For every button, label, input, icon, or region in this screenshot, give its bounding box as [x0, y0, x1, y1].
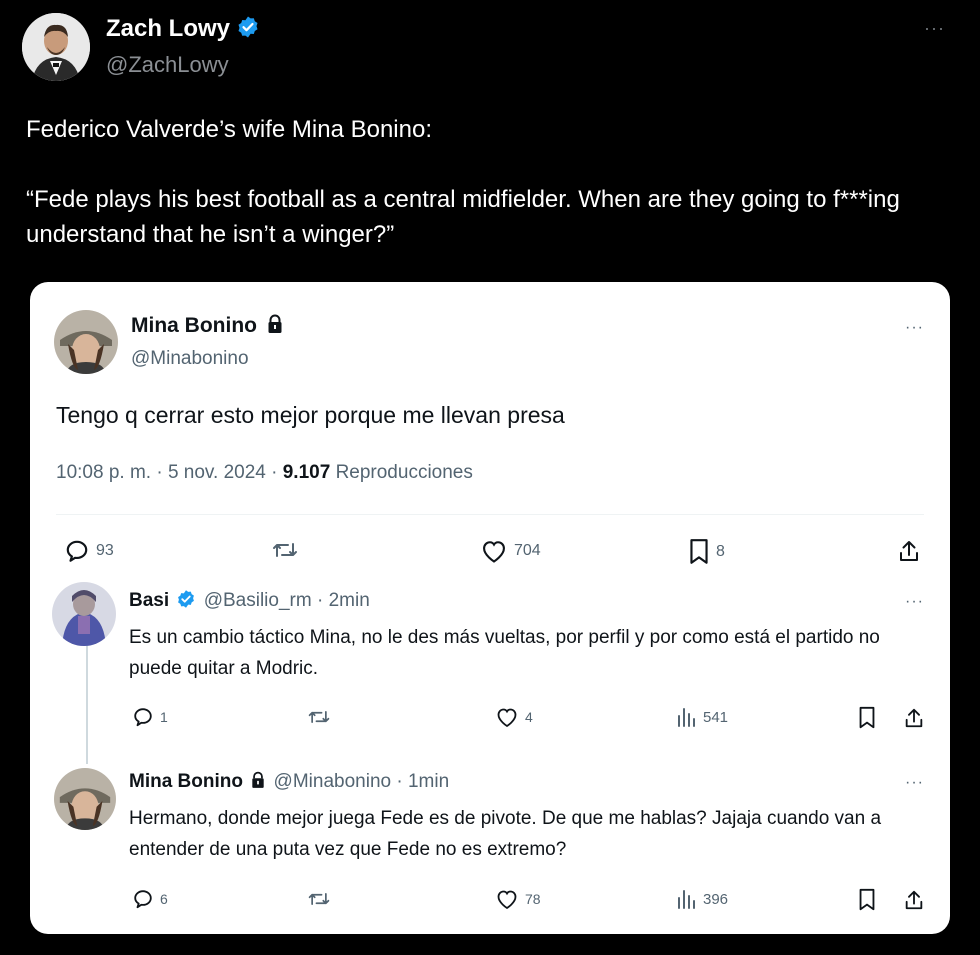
share-icon	[897, 538, 921, 564]
reply1-header: Basi @Basilio_rm · 2min	[129, 589, 370, 615]
views-count: 9.107	[282, 462, 331, 483]
retweet-button[interactable]	[307, 706, 331, 728]
share-button[interactable]	[903, 888, 925, 912]
like-button[interactable]: 78	[495, 888, 541, 910]
main-author-name[interactable]: Mina Bonino	[131, 314, 257, 337]
tweet-quote: “Fede plays his best football as a centr…	[26, 186, 900, 248]
verified-badge-icon	[176, 589, 196, 615]
like-count: 4	[525, 709, 533, 725]
thread-line	[86, 640, 88, 764]
bookmark-count: 8	[716, 543, 725, 560]
verified-badge-icon	[236, 15, 260, 46]
author-avatar[interactable]	[22, 13, 90, 81]
share-button[interactable]	[897, 538, 921, 564]
reply1-time[interactable]: · 2min	[317, 590, 370, 611]
reply-button[interactable]: 1	[132, 706, 168, 728]
retweet-button[interactable]	[271, 538, 299, 562]
views-count: 541	[703, 708, 729, 726]
reply-count: 1	[160, 709, 168, 725]
retweet-icon	[307, 888, 331, 910]
views-label: Reproducciones	[335, 462, 473, 483]
bookmark-button[interactable]	[857, 706, 877, 730]
bookmark-button[interactable]	[857, 888, 877, 912]
author-name-text[interactable]: Zach Lowy	[106, 15, 230, 42]
retweet-icon	[271, 538, 299, 562]
reply-icon	[132, 888, 154, 910]
like-button[interactable]: 704	[480, 538, 541, 564]
views-icon	[675, 888, 697, 910]
reply-count: 93	[96, 542, 114, 559]
lock-icon	[267, 314, 283, 339]
views-icon	[675, 706, 697, 728]
mina-avatar[interactable]	[54, 310, 118, 374]
main-tweet-time[interactable]: 10:08 p. m. · 5 nov. 2024 ·	[56, 462, 277, 483]
reply1-author-handle[interactable]: @Basilio_rm	[204, 590, 312, 611]
more-icon[interactable]: ···	[905, 319, 924, 337]
lock-icon	[251, 771, 265, 795]
more-icon[interactable]: ···	[905, 774, 924, 792]
divider	[56, 514, 924, 515]
bookmark-icon	[688, 538, 710, 566]
share-icon	[903, 888, 925, 912]
reply-icon	[64, 538, 90, 564]
retweet-button[interactable]	[307, 888, 331, 910]
main-author[interactable]: Mina Bonino	[131, 314, 283, 339]
reply-button[interactable]: 93	[64, 538, 114, 564]
author-name[interactable]: Zach Lowy	[106, 15, 260, 46]
main-tweet-meta: 10:08 p. m. · 5 nov. 2024 · 9.107 Reprod…	[56, 462, 473, 484]
bookmark-icon	[857, 888, 877, 912]
reply2-author-handle[interactable]: @Minabonino	[274, 771, 392, 792]
bookmark-icon	[857, 706, 877, 730]
main-tweet-text: Tengo q cerrar esto mejor porque me llev…	[56, 402, 565, 428]
basi-avatar[interactable]	[52, 582, 116, 646]
like-icon	[495, 888, 519, 910]
like-button[interactable]: 4	[495, 706, 533, 728]
main-author-handle[interactable]: @Minabonino	[131, 348, 249, 370]
reply1-author-name[interactable]: Basi	[129, 590, 169, 611]
reply-icon	[132, 706, 154, 728]
retweet-icon	[307, 706, 331, 728]
views-button[interactable]: 541	[675, 706, 728, 728]
bookmark-button[interactable]: 8	[688, 538, 725, 566]
views-count: 396	[703, 890, 729, 908]
like-icon	[480, 538, 508, 564]
share-button[interactable]	[903, 706, 925, 730]
reply2-time[interactable]: · 1min	[396, 771, 449, 792]
reply2-author-name[interactable]: Mina Bonino	[129, 771, 243, 792]
views-button[interactable]: 396	[675, 888, 728, 910]
share-icon	[903, 706, 925, 730]
like-count: 704	[514, 542, 541, 559]
reply1-text: Es un cambio táctico Mina, no le des más…	[129, 627, 880, 679]
tweet-text-line: Federico Valverde’s wife Mina Bonino:	[26, 116, 432, 143]
reply-button[interactable]: 6	[132, 888, 168, 910]
reply-count: 6	[160, 891, 168, 907]
mina-avatar[interactable]	[54, 768, 116, 830]
reply2-header: Mina Bonino @Minabonino · 1min	[129, 771, 449, 795]
reply2-text: Hermano, donde mejor juega Fede es de pi…	[129, 808, 882, 860]
like-icon	[495, 706, 519, 728]
more-icon[interactable]: ···	[905, 593, 924, 611]
embedded-tweet-card: Mina Bonino @Minabonino ··· Tengo q cerr…	[30, 282, 950, 934]
tweet-text: Federico Valverde’s wife Mina Bonino: “F…	[26, 112, 956, 252]
author-handle[interactable]: @ZachLowy	[106, 52, 229, 78]
more-icon[interactable]: ···	[924, 18, 945, 39]
like-count: 78	[525, 891, 541, 907]
